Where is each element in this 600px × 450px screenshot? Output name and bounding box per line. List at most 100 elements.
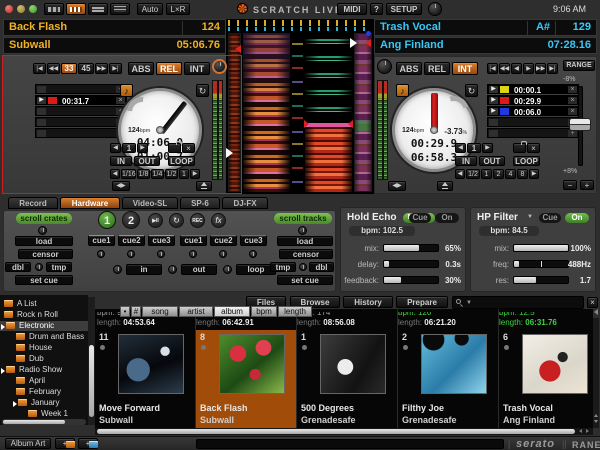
crate-january[interactable]: January xyxy=(0,398,88,408)
loop-out-knob[interactable] xyxy=(168,265,177,274)
fx1-mix-slider[interactable] xyxy=(383,244,439,252)
deck-left-fraction-1-4-button[interactable]: 1/4 xyxy=(151,169,164,179)
fx2-dropdown-icon[interactable]: ▼ xyxy=(527,214,533,220)
deck-right-track-overview[interactable] xyxy=(354,33,372,192)
deck-right-loop-prev-button[interactable]: ◀ xyxy=(455,143,466,153)
view-mode-1-button[interactable] xyxy=(44,3,64,15)
deck-right-cue-slot-1[interactable]: ▶ 00:00.1 × xyxy=(487,84,579,94)
pitch-minus-button[interactable]: − xyxy=(563,180,577,190)
album-cell-filthy-joe[interactable]: 2 Filthy Joe Grenadesafe xyxy=(398,330,498,428)
master-volume-knob[interactable] xyxy=(428,2,442,16)
library-vscrollbar[interactable] xyxy=(593,318,599,428)
deck-left-cue-slot-4[interactable]: + xyxy=(35,117,127,127)
deck-left-rewind-button[interactable]: ◀◀ xyxy=(47,63,60,74)
deck-right-fraction-2-button[interactable]: 2 xyxy=(493,169,504,179)
deck-right-loop-slot[interactable]: 1 xyxy=(467,143,481,153)
deck-left-loop-slot[interactable]: 1 xyxy=(122,143,136,153)
deck-right-gain-knob[interactable] xyxy=(377,59,392,74)
loop-out-button[interactable]: out xyxy=(181,264,217,275)
crate-dub[interactable]: Dub xyxy=(0,354,88,364)
deck-right-cue-slot-2[interactable]: ▶ 00:29.9 × xyxy=(487,95,579,105)
deck-right-pitch-range-button[interactable]: RANGE xyxy=(563,60,595,71)
cue1-left-knob[interactable] xyxy=(97,250,105,258)
crate-drum-and-bass[interactable]: Drum and Bass xyxy=(0,332,88,342)
cue-play-icon[interactable]: ▶ xyxy=(37,97,46,104)
set-cue-left-button[interactable]: set cue xyxy=(15,275,73,285)
deck-left-cue-slot-2[interactable]: ▶ 00:31.7 × xyxy=(35,95,127,105)
deck-left-fraction-1-8-button[interactable]: 1/8 xyxy=(137,169,150,179)
pitch-slider-thumb[interactable] xyxy=(569,118,591,131)
sidebar-hscroll-thumb[interactable] xyxy=(3,420,65,424)
deck-right-cue-slot-4[interactable]: + xyxy=(487,117,579,127)
deck-left-repeat-button[interactable]: ↻ xyxy=(196,84,209,97)
deck-right-bend-up-button[interactable]: ▶ xyxy=(523,63,534,74)
deck-left-fraction-1-16-button[interactable]: 1/16 xyxy=(121,169,136,179)
cue-delete-button[interactable]: × xyxy=(568,108,577,115)
scroll-down-icon[interactable] xyxy=(594,420,598,423)
deck-right-fraction-1-button[interactable]: 1 xyxy=(481,169,492,179)
cue3-right-knob[interactable] xyxy=(249,250,257,258)
tab-dj-fx[interactable]: DJ-FX xyxy=(222,197,268,209)
fx2-cue-button[interactable]: Cue xyxy=(539,213,561,223)
deck-right-loop-clear-button[interactable]: × xyxy=(527,143,540,153)
deck-right-fraction-prev-button[interactable]: ◀ xyxy=(455,169,465,179)
deck-right-loop-out-button[interactable]: OUT xyxy=(479,156,505,166)
album-art[interactable] xyxy=(421,334,487,394)
cue-color-swatch[interactable] xyxy=(500,97,509,104)
deck-right-fraction-1-2-button[interactable]: 1/2 xyxy=(466,169,480,179)
scroll-tracks-knob[interactable] xyxy=(298,226,307,235)
deck-2-select-button[interactable]: 2 xyxy=(122,211,140,229)
column-status[interactable]: • xyxy=(120,306,130,317)
cue3-right-button[interactable]: cue3 xyxy=(240,235,267,246)
fx1-delay-slider[interactable] xyxy=(383,260,439,268)
loop-in-button[interactable]: in xyxy=(126,264,162,275)
deck-right-abs-mode-button[interactable]: ABS xyxy=(396,62,422,75)
deck-left-track-overview[interactable] xyxy=(228,33,241,192)
crate-electronic[interactable]: Electronic xyxy=(0,321,88,331)
view-mode-4-button[interactable] xyxy=(110,3,130,15)
loop-in-knob[interactable] xyxy=(113,265,122,274)
tmp-right-button[interactable]: tmp xyxy=(270,262,296,272)
album-cell-500-degrees[interactable]: 1 500 Degrees Grenadesafe xyxy=(297,330,397,428)
deck-left-fraction-1-button[interactable]: 1 xyxy=(179,169,189,179)
deck-left-keylock-button[interactable]: ♪ xyxy=(120,84,133,97)
deck-right-fraction-4-button[interactable]: 4 xyxy=(505,169,516,179)
scroll-left-icon[interactable] xyxy=(579,429,582,433)
deck-right-loop-lock-button[interactable] xyxy=(513,143,526,153)
search-box[interactable]: ▼ xyxy=(452,296,584,309)
deck-left-cue-slot-5[interactable]: + xyxy=(35,128,127,138)
deck-left-cue-slot-1[interactable]: + xyxy=(35,84,127,94)
add-smart-crate-button[interactable]: + xyxy=(78,438,98,449)
fx2-mix-slider[interactable] xyxy=(513,244,569,252)
load-left-button[interactable]: load xyxy=(15,236,73,246)
album-art[interactable] xyxy=(522,334,588,394)
deck-left-cue-slot-3[interactable]: + xyxy=(35,106,127,116)
album-cell-back-flash[interactable]: 8 Back Flash Subwall xyxy=(196,330,296,428)
tab-video-sl[interactable]: Video-SL xyxy=(122,197,178,209)
album-art[interactable] xyxy=(219,334,285,394)
column-scroll-left-icon[interactable] xyxy=(594,309,598,315)
cue1-right-knob[interactable] xyxy=(189,250,197,258)
scroll-crates-knob[interactable] xyxy=(38,226,47,235)
midi-button[interactable]: MIDI xyxy=(337,3,367,15)
lr-deck-toggle-button[interactable]: L×R xyxy=(166,3,190,15)
deck-right-fraction-next-button[interactable]: ▶ xyxy=(529,169,539,179)
view-mode-3-button[interactable] xyxy=(88,3,108,15)
search-dropdown-icon[interactable]: ▼ xyxy=(466,300,472,306)
cue1-left-button[interactable]: cue1 xyxy=(88,235,115,246)
deck-left-speed-45-button[interactable]: 45 xyxy=(78,63,94,74)
deck-left-fastforward-button[interactable]: ▶▶ xyxy=(95,63,108,74)
crate-february[interactable]: February xyxy=(0,387,88,397)
deck-left-goto-end-button[interactable]: ▶| xyxy=(109,63,122,74)
column-number[interactable]: # xyxy=(131,306,141,317)
crate-a-list[interactable]: A List xyxy=(0,299,88,309)
album-art[interactable] xyxy=(118,334,184,394)
rec-button[interactable]: REC xyxy=(190,213,205,228)
fx1-on-button[interactable]: On xyxy=(435,213,459,223)
cue-play-icon[interactable]: ▶ xyxy=(489,86,498,93)
deck-right-cue-slot-5[interactable]: + xyxy=(487,128,579,138)
deck-left-gain-knob[interactable] xyxy=(212,59,227,74)
column-length[interactable]: length xyxy=(278,306,312,317)
fx1-cue-real[interactable]: Cue xyxy=(409,213,431,223)
crate-april[interactable]: April xyxy=(0,376,88,386)
